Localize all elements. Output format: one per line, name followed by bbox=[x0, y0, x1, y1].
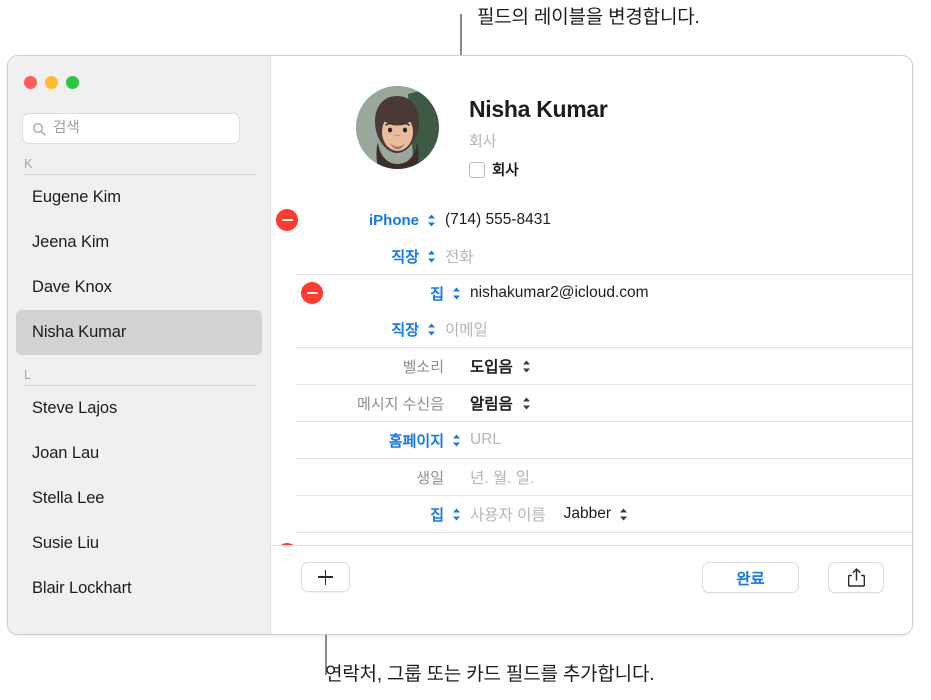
instant-message-service[interactable]: Jabber bbox=[556, 505, 637, 523]
field-row-homepage[interactable]: 홈페이지 URL bbox=[296, 421, 912, 458]
window-traffic-lights bbox=[24, 76, 79, 89]
company-checkbox[interactable] bbox=[469, 161, 485, 178]
chevron-updown-icon[interactable] bbox=[449, 433, 463, 448]
search-icon bbox=[32, 122, 46, 136]
group-header-k: K bbox=[24, 156, 256, 175]
field-label-text-tone: 메시지 수신음 bbox=[357, 395, 444, 413]
search-placeholder: 검색 bbox=[53, 120, 80, 137]
list-item-selected[interactable]: Nisha Kumar bbox=[16, 310, 262, 355]
field-value-text-tone[interactable]: 알림음 bbox=[470, 392, 513, 414]
field-value-instant-message[interactable]: 사용자 이름 bbox=[470, 503, 546, 525]
contacts-window: 검색 K Eugene Kim Jeena Kim Dave Knox Nish… bbox=[7, 55, 913, 635]
page-title: Nisha Kumar bbox=[469, 96, 608, 122]
contact-name: Jeena Kim bbox=[32, 233, 110, 251]
field-label-homepage[interactable]: 홈페이지 bbox=[296, 430, 446, 451]
contact-name: Joan Lau bbox=[32, 444, 100, 462]
field-row-phone-iphone[interactable]: iPhone (714) 555-8431 bbox=[271, 202, 912, 238]
group-header-k-label: K bbox=[24, 156, 33, 171]
field-value-im-service[interactable]: Jabber bbox=[564, 505, 611, 523]
field-value-email-work[interactable]: 이메일 bbox=[445, 318, 488, 340]
callout-label-top: 필드의 레이블을 변경합니다. bbox=[477, 7, 700, 28]
group-header-l: L bbox=[24, 367, 256, 386]
search-input[interactable]: 검색 bbox=[22, 113, 240, 144]
contact-fields: iPhone (714) 555-8431 직장 전화 집 nishakumar… bbox=[271, 202, 912, 539]
chevron-updown-icon[interactable] bbox=[449, 507, 463, 522]
list-item[interactable]: Joan Lau bbox=[16, 431, 262, 476]
field-label-instant-message[interactable]: 집 bbox=[296, 504, 446, 525]
share-button[interactable] bbox=[828, 562, 884, 593]
contact-list[interactable]: K Eugene Kim Jeena Kim Dave Knox Nisha K… bbox=[8, 156, 270, 634]
detail-toolbar: 완료 bbox=[271, 545, 912, 634]
field-label-birthday: 생일 bbox=[416, 469, 444, 487]
field-row-clipped bbox=[296, 532, 912, 539]
contact-name: Blair Lockhart bbox=[32, 579, 132, 597]
chevron-updown-icon[interactable] bbox=[520, 359, 534, 374]
list-item[interactable]: Dave Knox bbox=[16, 265, 262, 310]
group-header-l-label: L bbox=[24, 367, 32, 382]
contact-name: Susie Liu bbox=[32, 534, 99, 552]
contact-name: Steve Lajos bbox=[32, 399, 118, 417]
field-label-email-work[interactable]: 직장 bbox=[271, 319, 421, 340]
list-item[interactable]: Blair Lockhart bbox=[16, 566, 262, 611]
close-button[interactable] bbox=[24, 76, 37, 89]
chevron-updown-icon[interactable] bbox=[424, 213, 438, 228]
field-row-phone-work[interactable]: 직장 전화 bbox=[271, 238, 912, 274]
plus-icon bbox=[318, 569, 333, 585]
list-item[interactable]: Jeena Kim bbox=[16, 220, 262, 265]
chevron-updown-icon[interactable] bbox=[616, 507, 630, 522]
list-item[interactable]: Eugene Kim bbox=[16, 175, 262, 220]
company-checkbox-label: 회사 bbox=[492, 163, 519, 179]
contact-name: Nisha Kumar bbox=[32, 323, 127, 341]
contact-detail-pane: Nisha Kumar 회사 회사 iPhone (714) 555-8431 … bbox=[271, 56, 912, 634]
field-row-email-home[interactable]: 집 nishakumar2@icloud.com bbox=[296, 274, 912, 311]
contact-card-scroll[interactable]: Nisha Kumar 회사 회사 iPhone (714) 555-8431 … bbox=[271, 56, 912, 546]
company-checkbox-row[interactable]: 회사 bbox=[469, 159, 608, 180]
field-row-email-work[interactable]: 직장 이메일 bbox=[271, 311, 912, 347]
contact-name: Dave Knox bbox=[32, 278, 112, 296]
zoom-button[interactable] bbox=[66, 76, 79, 89]
chevron-updown-icon[interactable] bbox=[449, 286, 463, 301]
avatar[interactable] bbox=[356, 86, 439, 169]
field-value-homepage[interactable]: URL bbox=[470, 431, 501, 449]
field-row-instant-message[interactable]: 집 사용자 이름 Jabber bbox=[296, 495, 912, 532]
callout-label-bottom: 연락처, 그룹 또는 카드 필드를 추가합니다. bbox=[325, 664, 655, 685]
field-value-email-home[interactable]: nishakumar2@icloud.com bbox=[470, 284, 649, 302]
add-field-button[interactable] bbox=[301, 562, 350, 592]
chevron-updown-icon[interactable] bbox=[424, 249, 438, 264]
list-item[interactable]: Steve Lajos bbox=[16, 386, 262, 431]
list-item[interactable]: Susie Liu bbox=[16, 521, 262, 566]
field-value-phone-work[interactable]: 전화 bbox=[445, 245, 474, 267]
field-label-phone-work[interactable]: 직장 bbox=[271, 246, 421, 267]
remove-field-icon[interactable] bbox=[276, 209, 298, 231]
minimize-button[interactable] bbox=[45, 76, 58, 89]
contact-identity: Nisha Kumar 회사 회사 bbox=[469, 86, 608, 180]
contact-card-header: Nisha Kumar 회사 회사 bbox=[271, 56, 912, 180]
contact-name: Eugene Kim bbox=[32, 188, 121, 206]
field-label-ringtone: 벨소리 bbox=[402, 358, 444, 376]
company-field-placeholder[interactable]: 회사 bbox=[469, 130, 608, 151]
chevron-updown-icon[interactable] bbox=[424, 322, 438, 337]
field-value-phone-iphone[interactable]: (714) 555-8431 bbox=[445, 211, 551, 229]
done-button-label: 완료 bbox=[736, 570, 765, 588]
chevron-updown-icon[interactable] bbox=[520, 396, 534, 411]
field-row-birthday[interactable]: 생일 년. 월. 일. bbox=[296, 458, 912, 495]
field-row-text-tone[interactable]: 메시지 수신음 알림음 bbox=[296, 384, 912, 421]
remove-field-icon[interactable] bbox=[301, 282, 323, 304]
screenshot-root: 필드의 레이블을 변경합니다. 연락처, 그룹 또는 카드 필드를 추가합니다.… bbox=[0, 0, 931, 700]
done-button[interactable]: 완료 bbox=[702, 562, 799, 593]
contact-name: Stella Lee bbox=[32, 489, 105, 507]
share-icon bbox=[847, 568, 865, 587]
sidebar: 검색 K Eugene Kim Jeena Kim Dave Knox Nish… bbox=[8, 56, 271, 634]
field-row-ringtone[interactable]: 벨소리 도입음 bbox=[296, 347, 912, 384]
field-value-birthday[interactable]: 년. 월. 일. bbox=[470, 466, 534, 488]
field-value-ringtone[interactable]: 도입음 bbox=[470, 355, 513, 377]
list-item[interactable]: Stella Lee bbox=[16, 476, 262, 521]
